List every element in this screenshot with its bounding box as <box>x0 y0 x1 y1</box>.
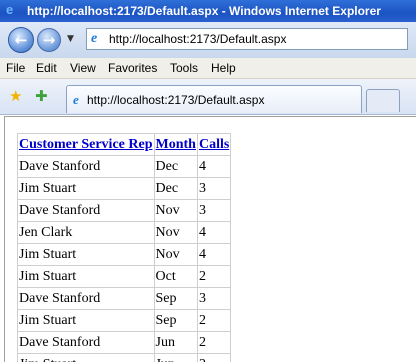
address-input[interactable]: http://localhost:2173/Default.aspx <box>109 32 286 46</box>
table-row: Dave Stanford Nov 3 <box>17 199 232 222</box>
rep-cell: Jim Stuart <box>17 265 155 288</box>
table-row: Dave Stanford Jun 2 <box>17 331 232 354</box>
header-customer-service-rep[interactable]: Customer Service Rep <box>17 133 155 156</box>
header-month[interactable]: Month <box>153 133 198 156</box>
calls-cell: 4 <box>196 155 232 178</box>
menu-bar: File Edit View Favorites Tools Help <box>0 58 416 79</box>
table-row: Jim Stuart Sep 2 <box>17 309 232 332</box>
table-row: Jim StuartJun2 <box>17 353 232 362</box>
recent-pages-dropdown-icon[interactable]: ▼ <box>67 34 74 44</box>
menu-favorites[interactable]: Favorites <box>108 61 157 75</box>
menu-edit[interactable]: Edit <box>36 61 57 75</box>
calls-cell: 4 <box>196 243 232 266</box>
table-row: Dave Stanford Dec 4 <box>17 155 232 178</box>
table-header-row: Customer Service Rep Month Calls <box>17 133 232 156</box>
internet-explorer-icon: e <box>6 2 14 17</box>
calls-cell: 2 <box>196 331 232 354</box>
calls-cell: 3 <box>196 177 232 200</box>
rep-cell: Dave Stanford <box>17 331 155 354</box>
table-row: Jen Clark Nov 4 <box>17 221 232 244</box>
month-cell: Jun <box>153 353 198 362</box>
rep-cell: Dave Stanford <box>17 155 155 178</box>
calls-cell: 2 <box>196 265 232 288</box>
navigation-bar: ← → ▼ e http://localhost:2173/Default.as… <box>0 22 416 58</box>
tab-page-icon: e <box>73 92 79 107</box>
month-cell: Nov <box>153 221 198 244</box>
rep-cell: Dave Stanford <box>17 199 155 222</box>
menu-file[interactable]: File <box>6 61 25 75</box>
favorites-bar: ★ ✚ e http://localhost:2173/Default.aspx <box>0 79 416 115</box>
table-row: Dave Stanford Sep 3 <box>17 287 232 310</box>
add-favorite-icon[interactable]: ✚ <box>35 87 48 105</box>
calls-cell: 3 <box>196 199 232 222</box>
rep-cell: Jim Stuart <box>17 177 155 200</box>
tab-current[interactable]: e http://localhost:2173/Default.aspx <box>66 85 362 113</box>
tab-label: http://localhost:2173/Default.aspx <box>87 93 265 107</box>
header-calls[interactable]: Calls <box>196 133 232 156</box>
page-content: Customer Service Rep Month Calls Dave St… <box>4 116 416 362</box>
page-icon: e <box>91 31 98 46</box>
calls-cell: 2 <box>196 353 232 362</box>
title-bar: e http://localhost:2173/Default.aspx - W… <box>0 0 416 22</box>
calls-cell: 2 <box>196 309 232 332</box>
month-cell: Nov <box>153 199 198 222</box>
menu-view[interactable]: View <box>70 61 96 75</box>
calls-cell: 3 <box>196 287 232 310</box>
month-cell: Oct <box>153 265 198 288</box>
rep-cell: Jim Stuart <box>17 353 155 362</box>
month-cell: Sep <box>153 287 198 310</box>
month-cell: Sep <box>153 309 198 332</box>
address-bar[interactable]: e http://localhost:2173/Default.aspx <box>86 28 408 50</box>
month-cell: Dec <box>153 177 198 200</box>
menu-tools[interactable]: Tools <box>170 61 198 75</box>
calls-table: Customer Service Rep Month Calls Dave St… <box>17 133 232 362</box>
window-title: http://localhost:2173/Default.aspx - Win… <box>27 4 381 18</box>
rep-cell: Jim Stuart <box>17 243 155 266</box>
back-button[interactable]: ← <box>8 27 34 53</box>
month-cell: Nov <box>153 243 198 266</box>
rep-cell: Jim Stuart <box>17 309 155 332</box>
forward-button[interactable]: → <box>37 28 61 52</box>
month-cell: Dec <box>153 155 198 178</box>
new-tab-button[interactable] <box>366 89 400 112</box>
table-row: Jim Stuart Oct 2 <box>17 265 232 288</box>
rep-cell: Jen Clark <box>17 221 155 244</box>
menu-help[interactable]: Help <box>211 61 236 75</box>
table-row: Jim Stuart Dec 3 <box>17 177 232 200</box>
table-row: Jim Stuart Nov 4 <box>17 243 232 266</box>
favorites-star-icon[interactable]: ★ <box>9 87 22 105</box>
month-cell: Jun <box>153 331 198 354</box>
calls-cell: 4 <box>196 221 232 244</box>
rep-cell: Dave Stanford <box>17 287 155 310</box>
